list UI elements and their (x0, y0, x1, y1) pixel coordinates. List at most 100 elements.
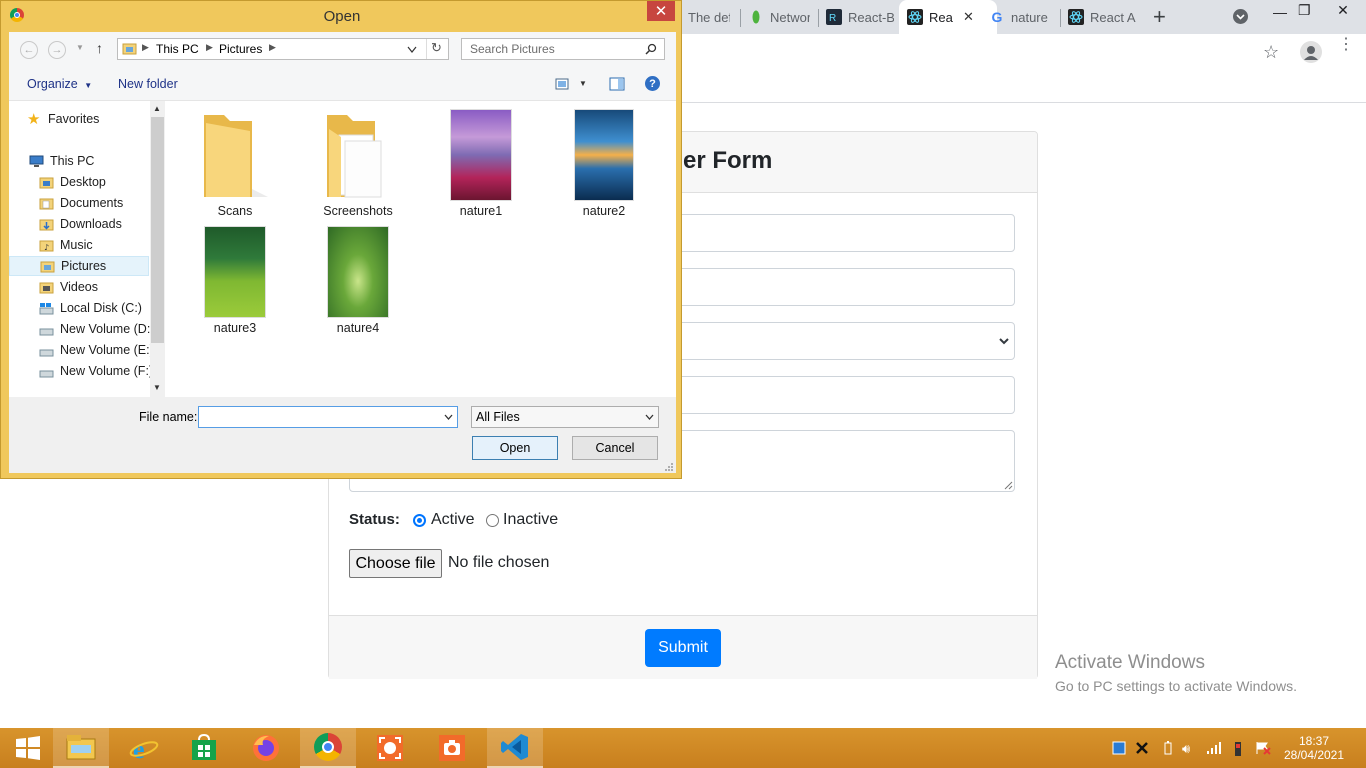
view-options-icon[interactable] (555, 78, 569, 90)
dialog-close-button[interactable]: ✕ (647, 1, 675, 21)
tab-search-icon[interactable] (1233, 9, 1248, 24)
scroll-thumb[interactable] (151, 117, 164, 343)
system-clock[interactable]: 18:37 28/04/2021 (1282, 734, 1346, 762)
drive-icon (39, 349, 54, 356)
tab-title: React A (1090, 9, 1136, 25)
file-name-input[interactable] (198, 406, 458, 428)
start-button[interactable] (0, 728, 56, 768)
restore-button[interactable]: ❐ (1298, 2, 1311, 19)
search-icon (645, 43, 657, 55)
tree-item-this-pc[interactable]: This PC (29, 151, 169, 171)
submit-button[interactable]: Submit (645, 629, 721, 667)
recent-locations-icon[interactable]: ▼ (76, 43, 84, 52)
view-dropdown-icon[interactable]: ▼ (579, 79, 587, 88)
preview-pane-icon[interactable] (609, 77, 625, 91)
taskbar-store[interactable] (176, 728, 232, 768)
clock-time: 18:37 (1298, 734, 1330, 748)
taskbar-internet-explorer[interactable]: e (116, 728, 172, 768)
help-icon[interactable]: ? (645, 76, 660, 91)
computer-icon (29, 155, 44, 167)
tab-separator (818, 9, 819, 27)
tab-react-a[interactable]: React A (1068, 6, 1136, 28)
tree-item-favorites[interactable]: ★ Favorites (27, 109, 167, 129)
file-item-nature2[interactable]: nature2 (554, 109, 654, 218)
address-dropdown-icon[interactable] (407, 46, 417, 54)
browser-menu-icon[interactable]: ⋮ (1338, 37, 1354, 53)
dialog-title: Open (323, 8, 361, 25)
network-disconnected-icon[interactable] (1135, 741, 1149, 758)
scroll-down-icon[interactable]: ▼ (153, 383, 161, 392)
status-inactive-radio[interactable] (486, 514, 499, 527)
action-center-flag-icon[interactable] (1255, 741, 1271, 758)
status-inactive-label[interactable]: Inactive (503, 511, 558, 529)
tree-scrollbar[interactable]: ▲ ▼ (150, 101, 165, 397)
organize-label: Organize (27, 77, 78, 91)
desktop-folder-icon (39, 177, 54, 188)
drive-icon (39, 370, 54, 377)
choose-file-button[interactable]: Choose file (349, 549, 442, 578)
close-tab-icon[interactable]: ✕ (963, 9, 974, 25)
usb-device-icon[interactable] (1234, 741, 1242, 760)
file-item-nature4[interactable]: nature4 (308, 226, 408, 335)
clock-date: 28/04/2021 (1283, 748, 1345, 762)
battery-icon[interactable] (1164, 741, 1172, 758)
minimize-button[interactable]: — (1273, 4, 1287, 20)
profile-avatar-icon[interactable] (1300, 41, 1322, 63)
open-file-dialog: Open ✕ ← → ▼ ↑ ▶ This PC ▶ Pictures ▶ ↻ … (0, 0, 682, 479)
file-type-select[interactable]: All Files (471, 406, 659, 428)
tree-item-pictures[interactable]: Pictures (9, 256, 149, 276)
volume-icon[interactable]: 🔊︎ (1182, 741, 1190, 757)
resize-grip-icon[interactable] (665, 463, 674, 472)
pictures-folder-icon (40, 261, 55, 272)
dialog-footer: File name: All Files Open Cancel (9, 397, 676, 473)
breadcrumb-pictures[interactable]: Pictures (219, 42, 262, 56)
chrome-icon (314, 733, 342, 761)
file-item-nature1[interactable]: nature1 (431, 109, 531, 218)
tab-title: Rea (929, 9, 953, 25)
tab-the-def[interactable]: The def (688, 6, 730, 28)
address-bar[interactable]: ▶ This PC ▶ Pictures ▶ ↻ (117, 38, 449, 60)
taskbar-screen-recorder[interactable] (362, 728, 418, 768)
image-thumbnail (204, 226, 266, 318)
new-tab-button[interactable]: + (1153, 4, 1166, 30)
taskbar-chrome[interactable] (300, 728, 356, 768)
tab-title: React-B (848, 9, 894, 25)
tab-react-b[interactable]: R React-B (826, 6, 894, 28)
taskbar: e 🔊︎ 18:37 28/04/2021 (0, 728, 1366, 768)
organize-menu[interactable]: Organize ▼ (27, 77, 92, 91)
forward-icon[interactable]: → (48, 41, 66, 59)
file-item-screenshots[interactable]: Screenshots (308, 109, 408, 218)
resize-grip-icon[interactable] (1004, 481, 1013, 490)
up-arrow-icon[interactable]: ↑ (96, 40, 103, 56)
wifi-signal-icon[interactable] (1206, 741, 1222, 758)
network-adapter-icon[interactable] (1112, 741, 1126, 758)
tab-separator (740, 9, 741, 27)
tab-network[interactable]: Networ (748, 6, 810, 28)
file-name-label: File name: (139, 410, 198, 424)
breadcrumb-this-pc[interactable]: This PC (156, 42, 199, 56)
chevron-down-icon[interactable] (444, 414, 453, 421)
no-file-text: No file chosen (448, 554, 550, 571)
browser-close-button[interactable]: ✕ (1320, 0, 1366, 20)
taskbar-file-explorer[interactable] (53, 728, 109, 768)
tab-nature-search[interactable]: G nature (989, 6, 1055, 28)
search-box[interactable]: Search Pictures (461, 38, 665, 60)
tab-react-active[interactable]: Rea ✕ (899, 0, 997, 34)
new-folder-button[interactable]: New folder (118, 77, 178, 91)
open-button[interactable]: Open (472, 436, 558, 460)
taskbar-firefox[interactable] (238, 728, 294, 768)
back-icon[interactable]: ← (20, 41, 38, 59)
taskbar-vscode[interactable] (487, 728, 543, 768)
form-title: er Form (683, 147, 773, 174)
taskbar-camera[interactable] (424, 728, 480, 768)
react-icon (907, 9, 923, 25)
image-thumbnail (574, 109, 634, 201)
file-item-nature3[interactable]: nature3 (185, 226, 285, 335)
status-active-label[interactable]: Active (431, 511, 475, 529)
scroll-up-icon[interactable]: ▲ (153, 104, 161, 113)
file-item-scans[interactable]: Scans (185, 109, 285, 218)
status-active-radio[interactable] (413, 514, 426, 527)
bookmark-star-icon[interactable]: ☆ (1263, 42, 1279, 63)
cancel-button[interactable]: Cancel (572, 436, 658, 460)
refresh-icon[interactable]: ↻ (431, 40, 442, 56)
